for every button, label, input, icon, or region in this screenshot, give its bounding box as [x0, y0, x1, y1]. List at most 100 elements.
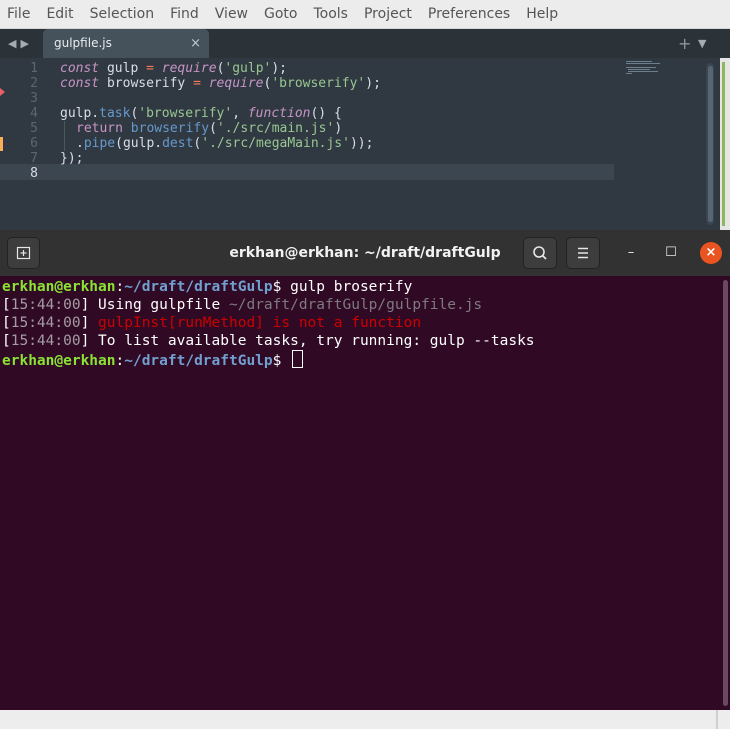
tab-gulpfile[interactable]: gulpfile.js × [43, 29, 209, 58]
tab-title: gulpfile.js [54, 36, 112, 50]
code-string: 'gulp' [224, 61, 272, 76]
gulpfile-path: ~/draft/draftGulp/gulpfile.js [229, 297, 483, 313]
search-icon [533, 246, 547, 260]
menu-selection[interactable]: Selection [82, 0, 163, 28]
new-tab-plus-icon [16, 246, 31, 260]
terminal-output[interactable]: erkhan@erkhan:~/draft/draftGulp$ gulp br… [0, 276, 730, 710]
window-edge [720, 58, 730, 230]
desktop-bottom-edge [0, 710, 730, 729]
code-line-7: }); [60, 151, 83, 166]
code-token: const [60, 61, 100, 76]
code-token: = [146, 61, 154, 76]
tab-menu-icon[interactable]: ▼ [698, 29, 706, 58]
prompt-dollar: $ [272, 279, 291, 295]
menu-edit[interactable]: Edit [38, 0, 81, 28]
code-token: task [99, 106, 131, 121]
minimap-line [626, 63, 660, 64]
code-token: dest [162, 136, 194, 151]
output-text: To list available tasks, try running: gu… [98, 333, 535, 349]
bracket-open: [ [2, 333, 11, 349]
code-token: ); [365, 76, 381, 91]
code-token: ( [209, 121, 217, 136]
tab-back-icon[interactable]: ◀ [8, 37, 16, 50]
prompt-user: erkhan@erkhan [2, 353, 116, 369]
menu-help[interactable]: Help [518, 0, 566, 28]
code-token: function [247, 106, 311, 121]
terminal-prompt-line: erkhan@erkhan:~/draft/draftGulp$ gulp br… [2, 278, 412, 296]
prompt-dollar: $ [272, 353, 291, 369]
menu-goto[interactable]: Goto [256, 0, 305, 28]
code-string: 'browserify' [271, 76, 366, 91]
tab-forward-icon[interactable]: ▶ [20, 37, 28, 50]
code-line-2: const browserify = require('browserify')… [60, 76, 381, 91]
line-number-gutter: 1 2 3 4 5 6 7 8 [0, 58, 52, 230]
prompt-path: ~/draft/draftGulp [124, 279, 273, 295]
maximize-icon[interactable]: ☐ [661, 243, 681, 263]
code-token: (gulp. [115, 136, 163, 151]
menu-preferences[interactable]: Preferences [420, 0, 518, 28]
code-token: const [60, 76, 100, 91]
line-number: 7 [30, 151, 38, 166]
close-icon[interactable]: × [700, 242, 722, 264]
menu-view[interactable]: View [207, 0, 256, 28]
code-token: require [161, 61, 217, 76]
code-line-4: gulp.task('browserify', function() { [60, 106, 342, 121]
text-cursor [292, 350, 304, 368]
code-token: () { [310, 106, 342, 121]
minimap[interactable] [626, 61, 676, 81]
code-token: pipe [83, 136, 116, 151]
menu-find[interactable]: Find [162, 0, 207, 28]
minimap-line [626, 73, 632, 74]
terminal-prompt-line-active: erkhan@erkhan:~/draft/draftGulp$ [2, 350, 304, 370]
code-editor[interactable]: 1 2 3 4 5 6 7 8 const gulp = require ( 'gu… [0, 58, 730, 230]
terminal-output-line: [15:44:00] To list available tasks, try … [2, 332, 535, 350]
minimap-line [628, 71, 658, 72]
new-terminal-tab-button[interactable] [7, 237, 40, 269]
timestamp: 15:44:00 [10, 333, 81, 349]
code-token: browserify [99, 76, 194, 91]
terminal-scrollbar[interactable] [723, 280, 728, 706]
menu-tools[interactable]: Tools [305, 0, 356, 28]
prompt-colon: : [115, 279, 125, 295]
error-text: gulpInst[runMethod] is not a function [98, 315, 422, 331]
editor-scrollbar-thumb[interactable] [708, 66, 713, 222]
prompt-user: erkhan@erkhan [2, 279, 116, 295]
line-number: 5 [30, 121, 38, 136]
terminal-output-line: [15:44:00] Using gulpfile ~/draft/draftG… [2, 296, 482, 314]
menu-bar: File Edit Selection Find View Goto Tools… [0, 0, 730, 29]
new-tab-icon[interactable]: + [678, 29, 691, 58]
code-token: ) [334, 121, 343, 136]
code-string: 'browserify' [138, 106, 233, 121]
code-string: './src/main.js' [216, 121, 335, 136]
terminal-search-button[interactable] [523, 237, 557, 269]
code-token: gulp [99, 61, 147, 76]
minimap-line [626, 61, 652, 62]
code-token: require [208, 76, 264, 91]
minimap-line [626, 67, 656, 68]
code-token: return [76, 121, 123, 136]
line-number: 1 [30, 61, 38, 76]
code-line-5: return browserify('./src/main.js') [76, 121, 342, 136]
tab-close-icon[interactable]: × [190, 29, 201, 58]
terminal-menu-button[interactable] [566, 237, 600, 269]
bracket-close: ] [80, 333, 99, 349]
timestamp: 15:44:00 [10, 297, 81, 313]
hamburger-menu-icon [578, 247, 588, 259]
menu-file[interactable]: File [0, 0, 38, 28]
git-modified-marker-icon [0, 137, 3, 151]
code-token: }); [60, 151, 84, 166]
line-number: 3 [30, 91, 38, 106]
code-token: ); [271, 61, 288, 76]
git-removed-marker-icon [0, 88, 5, 96]
code-token: browserify [130, 121, 210, 136]
terminal-header-bar: erkhan@erkhan: ~/draft/draftGulp – ☐ × [0, 230, 730, 276]
bracket-close: ] [80, 297, 99, 313]
code-token: )); [349, 136, 374, 151]
line-number: 4 [30, 106, 38, 121]
menu-project[interactable]: Project [356, 0, 420, 28]
minimize-icon[interactable]: – [621, 243, 641, 263]
prompt-path: ~/draft/draftGulp [124, 353, 273, 369]
bracket-open: [ [2, 315, 11, 331]
